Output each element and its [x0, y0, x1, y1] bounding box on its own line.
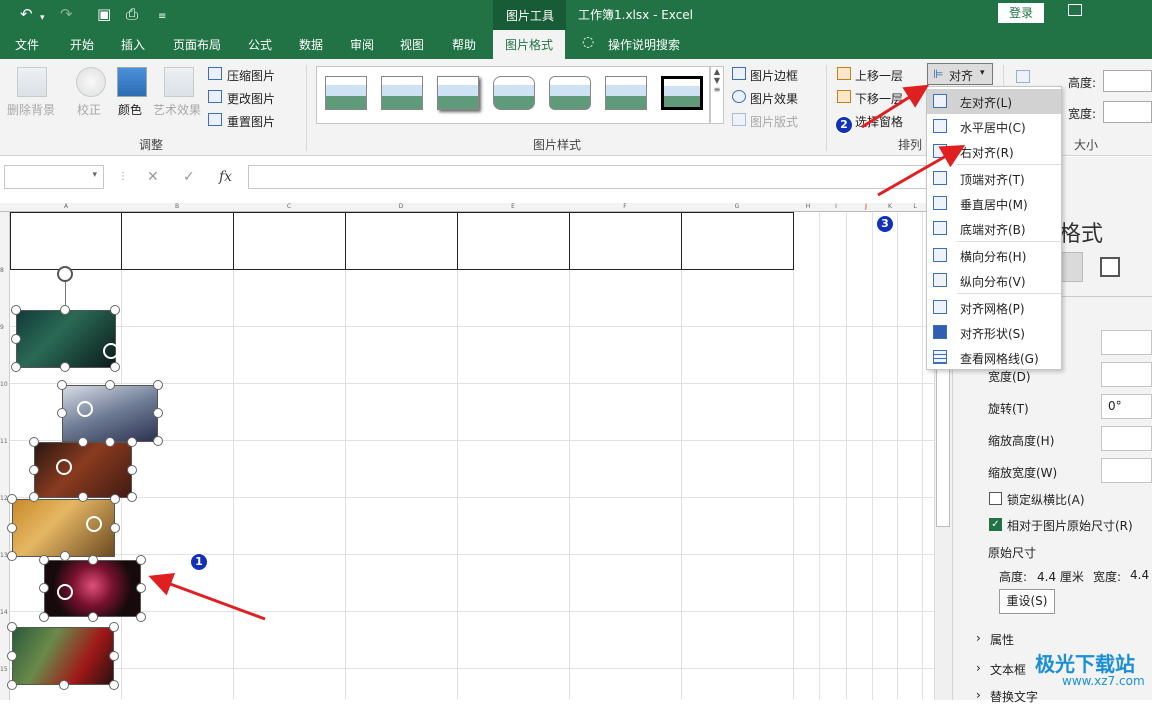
arrow-2 [861, 84, 930, 129]
step-badge-2: 2 [835, 116, 853, 134]
watermark-name: 极光下载站 [1035, 652, 1135, 676]
step-badge-1: 1 [190, 553, 208, 571]
annotation-arrows [148, 84, 966, 621]
watermark-url: www.xz7.com [1062, 674, 1145, 688]
arrow-1 [148, 572, 266, 621]
arrow-3 [877, 145, 966, 197]
step-badge-3: 3 [876, 215, 894, 233]
